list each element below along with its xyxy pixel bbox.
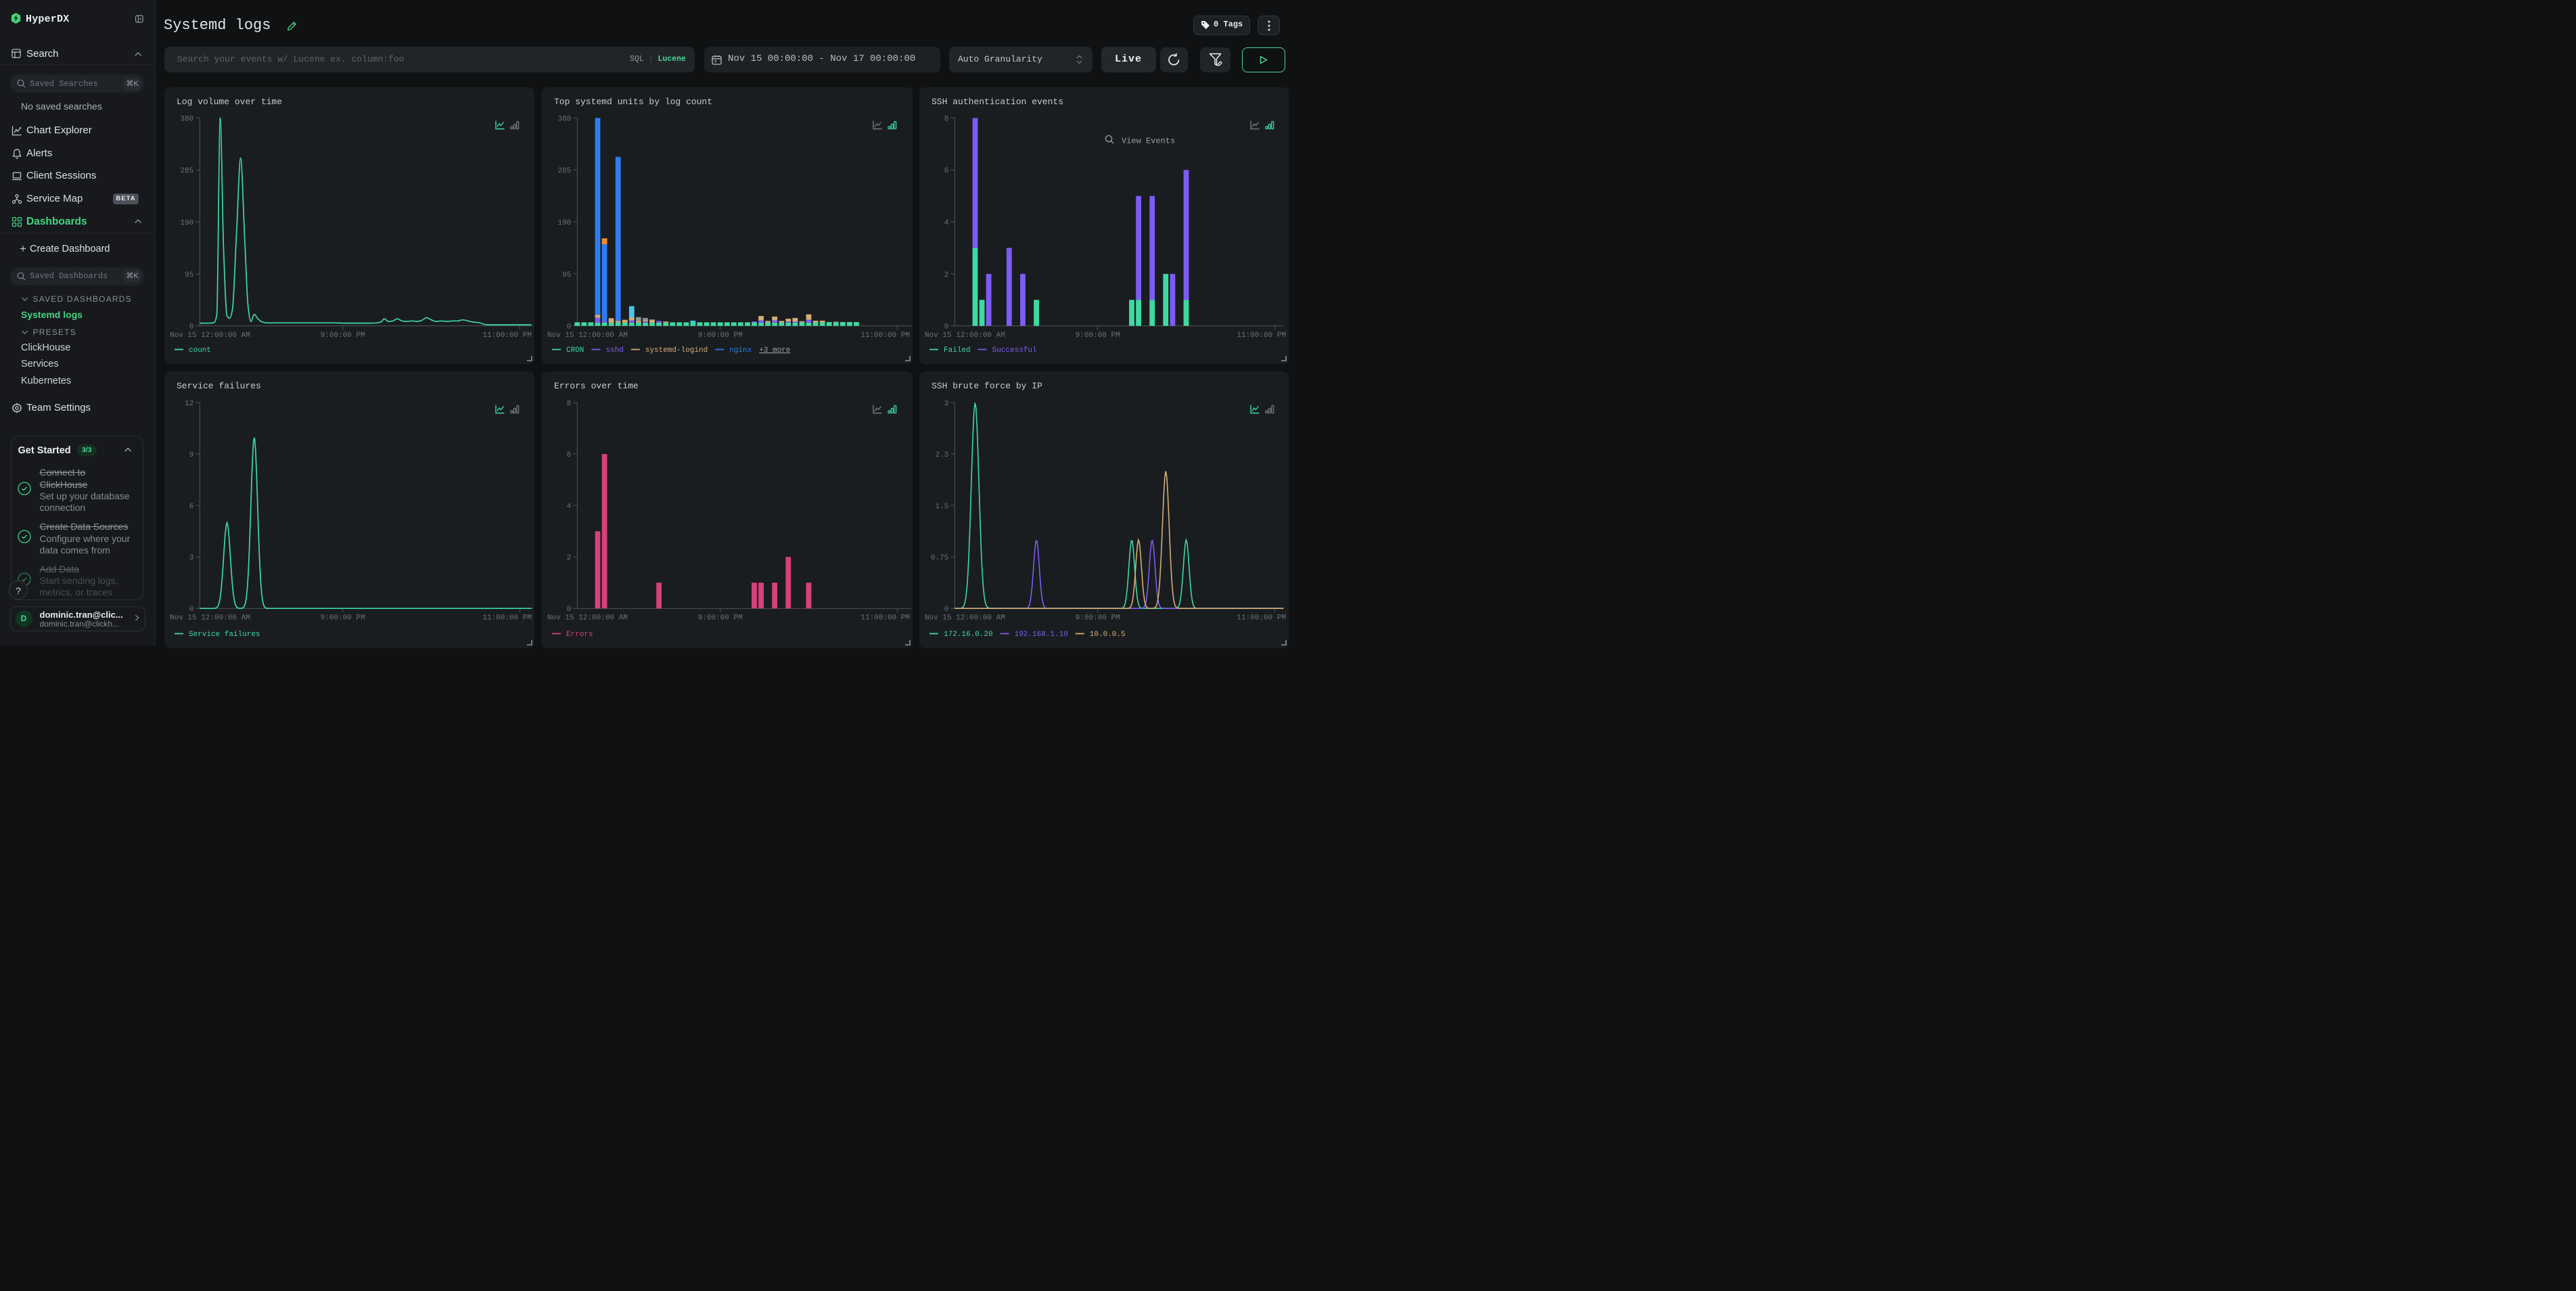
svg-text:0: 0	[189, 606, 194, 614]
svg-text:3: 3	[189, 554, 194, 562]
svg-text:Nov 15 12:00:00 AM: Nov 15 12:00:00 AM	[547, 332, 628, 340]
svg-text:0: 0	[189, 323, 194, 332]
svg-text:count: count	[189, 346, 211, 355]
svg-text:12: 12	[185, 400, 193, 408]
svg-text:8: 8	[566, 400, 571, 408]
svg-text:Top systemd units by log count: Top systemd units by log count	[554, 97, 712, 107]
svg-text:11:00:00 PM: 11:00:00 PM	[482, 614, 532, 622]
svg-text:Nov 15 12:00:00 AM: Nov 15 12:00:00 AM	[547, 614, 628, 622]
svg-text:380: 380	[557, 115, 571, 123]
svg-text:Successful: Successful	[992, 346, 1037, 355]
svg-text:Nov 15 12:00:00 AM: Nov 15 12:00:00 AM	[170, 614, 250, 622]
svg-text:Nov 15 12:00:00 AM: Nov 15 12:00:00 AM	[925, 614, 1005, 622]
svg-text:Service failures: Service failures	[189, 631, 260, 639]
svg-text:3: 3	[944, 400, 949, 408]
svg-text:0: 0	[944, 323, 949, 332]
svg-text:285: 285	[180, 167, 193, 175]
svg-text:6: 6	[944, 167, 949, 175]
svg-text:2: 2	[566, 554, 571, 562]
svg-text:172.16.0.20: 172.16.0.20	[944, 631, 993, 639]
svg-text:6: 6	[566, 451, 571, 459]
svg-text:8: 8	[944, 115, 949, 123]
svg-text:9:00:00 PM: 9:00:00 PM	[697, 614, 742, 622]
svg-text:Failed: Failed	[944, 346, 971, 355]
svg-text:2.3: 2.3	[935, 451, 948, 459]
svg-text:9:00:00 PM: 9:00:00 PM	[321, 614, 365, 622]
svg-text:+3 more: +3 more	[759, 346, 790, 355]
svg-text:SSH brute force by IP: SSH brute force by IP	[932, 381, 1042, 391]
svg-text:0: 0	[944, 606, 949, 614]
svg-text:11:00:00 PM: 11:00:00 PM	[1237, 332, 1286, 340]
svg-text:9:00:00 PM: 9:00:00 PM	[1076, 614, 1120, 622]
svg-text:0: 0	[566, 323, 571, 332]
svg-text:Service failures: Service failures	[177, 381, 261, 391]
svg-text:0.75: 0.75	[931, 554, 948, 562]
svg-text:4: 4	[566, 503, 571, 511]
svg-text:9:00:00 PM: 9:00:00 PM	[697, 332, 742, 340]
svg-text:CRON: CRON	[566, 346, 584, 355]
svg-text:4: 4	[944, 219, 949, 227]
svg-text:2: 2	[944, 271, 949, 279]
svg-text:Errors over time: Errors over time	[554, 381, 639, 391]
svg-text:0: 0	[566, 606, 571, 614]
svg-text:11:00:00 PM: 11:00:00 PM	[860, 332, 910, 340]
svg-text:1.5: 1.5	[935, 503, 948, 511]
svg-text:190: 190	[557, 219, 571, 227]
svg-text:sshd: sshd	[605, 346, 623, 355]
svg-text:10.0.0.5: 10.0.0.5	[1090, 631, 1126, 639]
svg-text:9: 9	[189, 451, 194, 459]
svg-text:Errors: Errors	[566, 631, 593, 639]
svg-text:Nov 15 12:00:00 AM: Nov 15 12:00:00 AM	[925, 332, 1005, 340]
svg-text:95: 95	[562, 271, 571, 279]
svg-text:11:00:00 PM: 11:00:00 PM	[482, 332, 532, 340]
svg-text:6: 6	[189, 503, 194, 511]
svg-text:190: 190	[180, 219, 193, 227]
svg-text:9:00:00 PM: 9:00:00 PM	[1076, 332, 1120, 340]
svg-text:95: 95	[185, 271, 193, 279]
svg-text:9:00:00 PM: 9:00:00 PM	[321, 332, 365, 340]
svg-text:Log volume over time: Log volume over time	[177, 97, 282, 107]
svg-text:285: 285	[557, 167, 571, 175]
svg-text:11:00:00 PM: 11:00:00 PM	[860, 614, 910, 622]
svg-text:Nov 15 12:00:00 AM: Nov 15 12:00:00 AM	[170, 332, 250, 340]
svg-text:380: 380	[180, 115, 193, 123]
svg-text:SSH authentication events: SSH authentication events	[932, 97, 1063, 107]
svg-text:11:00:00 PM: 11:00:00 PM	[1237, 614, 1286, 622]
svg-text:systemd-logind: systemd-logind	[645, 346, 707, 355]
svg-text:nginx: nginx	[729, 346, 752, 355]
svg-text:192.168.1.10: 192.168.1.10	[1015, 631, 1068, 639]
svg-text:View Events: View Events	[1122, 137, 1175, 146]
